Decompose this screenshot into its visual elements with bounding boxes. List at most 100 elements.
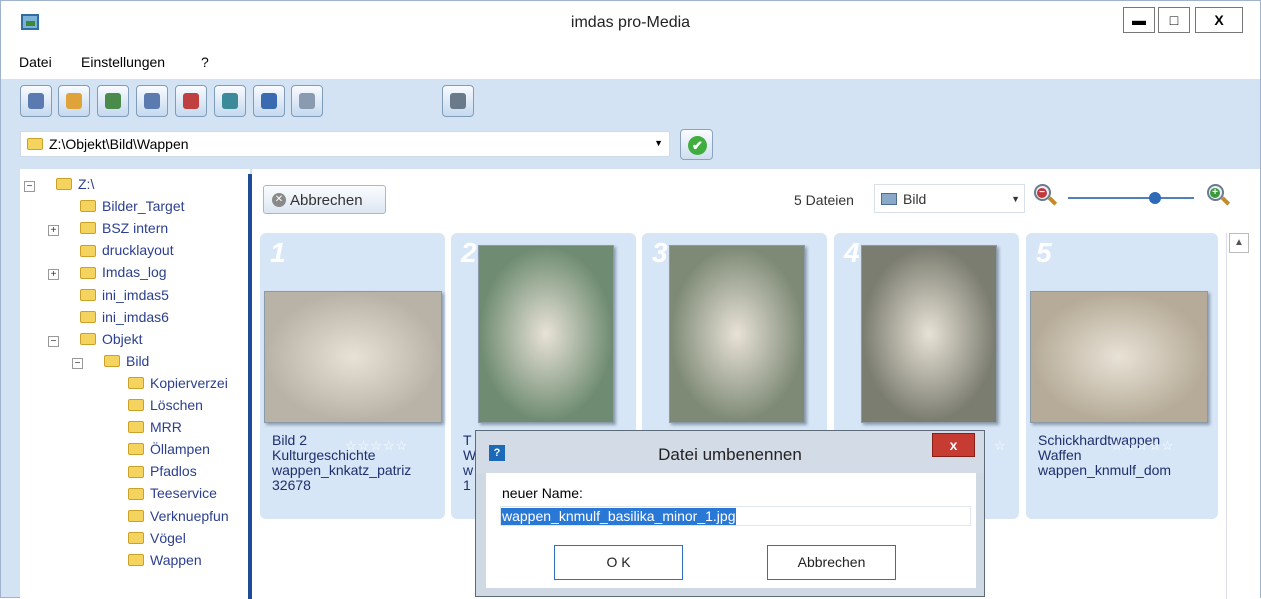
thumbnail-tile[interactable]: 5 Schickhardtwappen Waffen wappen_knmulf_do… [1026,233,1218,519]
vertical-scrollbar[interactable]: ▲ [1226,233,1250,599]
tree-item[interactable]: Teeservice [128,485,217,501]
thumbnail-image[interactable] [1030,291,1208,423]
tree-item[interactable]: Öllampen [128,441,210,457]
thumbnail-image[interactable] [478,245,614,423]
tree-item-label: Z:\ [78,176,95,192]
tree-item[interactable]: Löschen [128,397,203,413]
tree-item[interactable]: ini_imdas5 [80,287,169,303]
minimize-button[interactable]: ▬ [1123,7,1155,33]
move-button[interactable] [214,85,246,117]
move-icon [222,93,238,109]
tree-item[interactable]: Bilder_Target [80,198,185,214]
zoom-slider-thumb[interactable] [1148,192,1161,204]
folder-icon [128,465,144,478]
tree-expander[interactable]: − [72,357,83,369]
tile-caption-line: 1 [463,477,471,493]
tree-item[interactable]: drucklayout [80,242,174,258]
tree-expander[interactable]: + [48,225,59,237]
tree-item[interactable]: Pfadlos [128,463,197,479]
thumbnail-image[interactable] [669,245,805,423]
ok-button[interactable]: O K [554,545,683,580]
path-value: Z:\Objekt\Bild\Wappen [49,136,189,152]
import-button[interactable] [97,85,129,117]
folder-icon [128,531,144,544]
tree-item[interactable]: Kopierverzei [128,375,228,391]
exit-button[interactable] [20,85,52,117]
tile-caption-line: Waffen [1038,447,1082,463]
rating-stars[interactable]: ☆☆☆☆☆ [1111,438,1174,454]
checklist-button[interactable] [175,85,207,117]
tree-item-label: Teeservice [150,485,217,502]
rating-stars[interactable]: ☆☆☆☆☆ [345,438,408,454]
thumbnail-image[interactable] [264,291,442,423]
folder-icon [80,266,96,279]
zoom-in-button[interactable]: + [1206,183,1232,209]
dialog-cancel-button[interactable]: Abbrechen [767,545,896,580]
list-view-button[interactable] [442,85,474,117]
file-count: 5 Dateien [794,192,854,208]
tree-expander[interactable]: − [48,335,59,347]
list-view-icon [450,93,466,109]
title-bar: imdas pro-Media ▬ □ X [1,1,1260,45]
folder-icon [128,487,144,500]
thumbnail-image[interactable] [861,245,997,423]
rating-stars[interactable]: ☆ [994,438,1007,454]
tree-item[interactable]: MRR [128,419,182,435]
search-icon [66,93,82,109]
menu-bar-filler [751,45,1260,79]
tree-expander[interactable]: + [48,269,59,281]
import-icon [105,93,121,109]
search-button[interactable] [58,85,90,117]
copy-button[interactable] [136,85,168,117]
tree-item-label: ini_imdas6 [102,308,169,325]
cancel-icon: ✕ [272,193,286,207]
tree-item-label: Bilder_Target [102,198,185,215]
tree-item[interactable]: BSZ intern [80,220,168,236]
tree-item-label: Imdas_log [102,264,167,281]
new-name-value: wappen_knmulf_basilika_minor_1.jpg [501,508,737,525]
tree-item-label: Öllampen [150,441,210,458]
scroll-up-icon[interactable]: ▲ [1229,233,1249,253]
tree-item[interactable]: ini_imdas6 [80,309,169,325]
app-window: imdas pro-Media ▬ □ X Datei Einstellunge… [0,0,1261,599]
tile-caption-line: w [463,462,474,478]
refresh-button[interactable] [253,85,285,117]
copy-icon [144,93,160,109]
chevron-down-icon[interactable]: ▼ [654,138,663,148]
tile-number: 4 [844,237,860,268]
tree-expander[interactable]: − [24,181,35,192]
refresh-icon [261,93,277,109]
tile-caption-line: wappen_knkatz_patriz [272,462,412,478]
tree-item[interactable]: Z:\ [56,176,94,192]
dialog-close-button[interactable]: x [932,433,975,457]
tree-item[interactable]: Bild [104,353,149,369]
tree-item-label: Pfadlos [150,463,197,480]
close-button[interactable]: X [1195,7,1243,33]
view-select[interactable]: Bild ▼ [874,184,1025,213]
tree-item-label: Verknuepfun [150,507,229,524]
tree-item[interactable]: Verknuepfun [128,508,229,524]
zoom-handle [1220,196,1231,206]
path-combo[interactable]: Z:\Objekt\Bild\Wappen ▼ [20,131,670,157]
menu-datei[interactable]: Datei [19,54,52,70]
zoom-slider[interactable] [1068,197,1194,199]
cancel-button[interactable]: ✕ Abbrechen [263,185,386,214]
tree-item-label: Wappen [150,551,202,568]
dialog-body: neuer Name: wappen_knmulf_basilika_minor… [486,473,976,588]
new-name-input[interactable]: wappen_knmulf_basilika_minor_1.jpg [500,506,971,526]
tile-caption-line: 32678 [272,477,311,493]
confirm-path-button[interactable]: ✔ [680,129,713,160]
tree-item[interactable]: Imdas_log [80,264,167,280]
menu-einstellungen[interactable]: Einstellungen [81,54,165,70]
folder-icon [80,332,96,345]
thumbnail-tile[interactable]: 1 Bild 2 Kulturgeschichte wappen_knkatz_pat… [260,233,445,519]
exit-icon [28,93,44,109]
maximize-button[interactable]: □ [1158,7,1190,33]
zoom-out-button[interactable]: − [1033,183,1059,209]
print-button[interactable] [291,85,323,117]
tree-item[interactable]: Wappen [128,552,202,568]
tree-item[interactable]: Objekt [80,331,142,347]
menu-help[interactable]: ? [201,54,209,70]
window-title: imdas pro-Media [570,14,691,31]
tree-item[interactable]: Vögel [128,530,186,546]
